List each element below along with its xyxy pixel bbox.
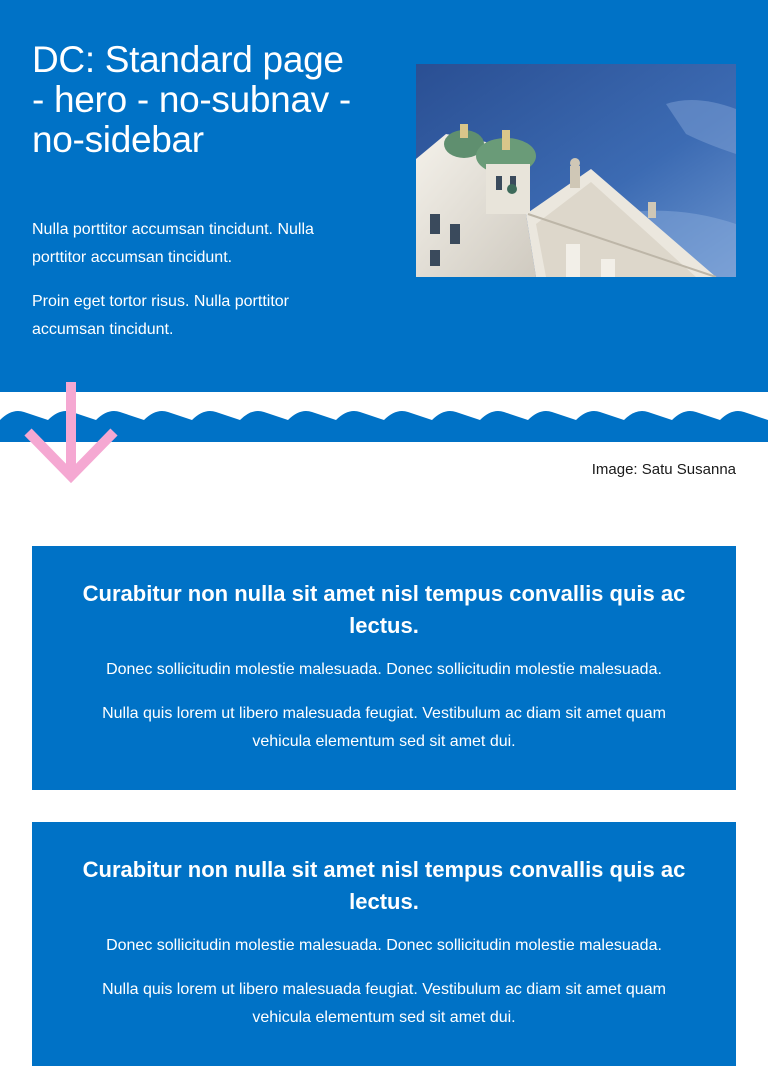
info-card: Curabitur non nulla sit amet nisl tempus…	[32, 822, 736, 1066]
card-title: Curabitur non nulla sit amet nisl tempus…	[82, 581, 686, 638]
info-card: Curabitur non nulla sit amet nisl tempus…	[32, 546, 736, 790]
page-title: DC: Standard page - hero - no-subnav - n…	[32, 39, 351, 160]
image-caption: Image: Satu Susanna	[591, 461, 736, 478]
card-paragraph: Donec sollicitudin molestie malesuada. D…	[106, 937, 662, 954]
hero-paragraph: Proin eget tortor risus. Nulla porttitor…	[32, 293, 289, 338]
hero-section: DC: Standard page - hero - no-subnav - n…	[0, 0, 768, 392]
card-paragraph: Nulla quis lorem ut libero malesuada feu…	[102, 981, 666, 1026]
hero-paragraph: Nulla porttitor accumsan tincidunt. Null…	[32, 221, 314, 266]
arrow-down-icon	[24, 380, 118, 484]
card-paragraph: Nulla quis lorem ut libero malesuada feu…	[102, 705, 666, 750]
card-title: Curabitur non nulla sit amet nisl tempus…	[82, 857, 686, 914]
card-paragraph: Donec sollicitudin molestie malesuada. D…	[106, 661, 662, 678]
hero-image	[416, 64, 736, 277]
